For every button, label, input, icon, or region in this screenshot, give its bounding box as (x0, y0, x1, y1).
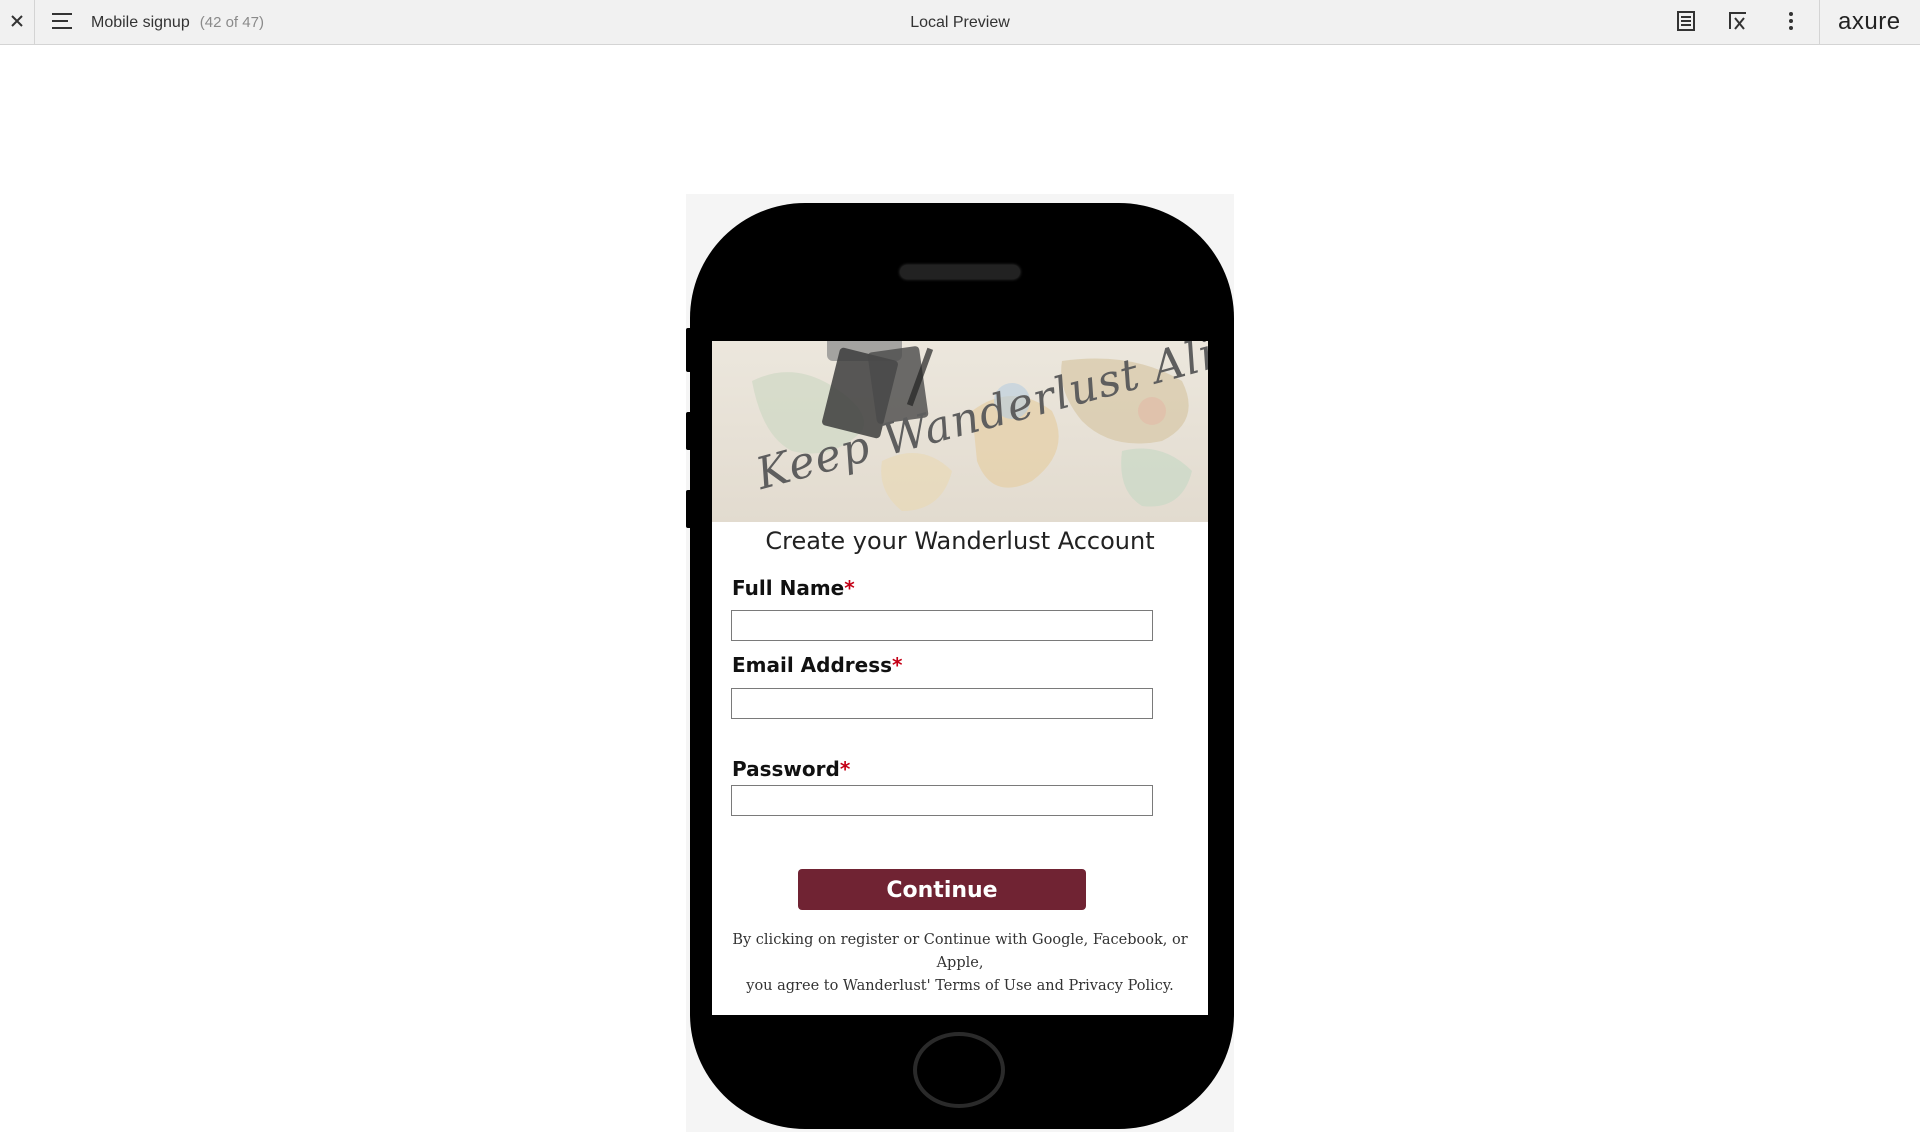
inspect-button[interactable] (1725, 10, 1751, 36)
toolbar-divider (1819, 0, 1820, 45)
page-count: (42 of 47) (199, 14, 264, 31)
notes-button[interactable] (1673, 10, 1699, 36)
more-vertical-icon (1788, 11, 1794, 35)
continue-button[interactable]: Continue (798, 869, 1086, 910)
toolbar-title: Local Preview (910, 14, 1010, 31)
hamburger-menu-icon (52, 12, 74, 34)
legal-line-2: you agree to Wanderlust' Terms of Use an… (746, 978, 1174, 994)
password-input[interactable] (731, 785, 1153, 816)
password-label: Password* (732, 755, 850, 783)
more-options-button[interactable] (1778, 10, 1804, 36)
email-address-label-text: Email Address (732, 653, 893, 677)
phone-home-button[interactable] (913, 1032, 1005, 1108)
form-title: Create your Wanderlust Account (765, 527, 1155, 555)
page-menu-button[interactable] (50, 12, 76, 34)
phone-speaker (900, 265, 1020, 279)
page-selector[interactable]: Mobile signup (42 of 47) (91, 12, 264, 34)
password-label-text: Password (732, 757, 840, 781)
axure-logo: axure (1838, 8, 1901, 35)
required-asterisk: * (892, 653, 903, 677)
legal-line-1: By clicking on register or Continue with… (732, 932, 1188, 971)
preview-toolbar: Mobile signup (42 of 47) Local Preview a… (0, 0, 1920, 45)
notes-icon (1676, 10, 1696, 36)
page-name: Mobile signup (91, 14, 190, 31)
wanderlust-banner-image: Keep Wanderlust Alive (712, 341, 1208, 522)
legal-disclaimer: By clicking on register or Continue with… (712, 929, 1208, 998)
full-name-label-text: Full Name (732, 576, 845, 600)
required-asterisk: * (839, 757, 851, 781)
full-name-label: Full Name* (732, 574, 855, 602)
full-name-input[interactable] (731, 610, 1153, 641)
required-asterisk: * (844, 576, 855, 600)
close-button[interactable] (0, 0, 35, 45)
email-address-label: Email Address* (732, 651, 903, 679)
inspect-icon (1727, 10, 1749, 36)
email-address-input[interactable] (731, 688, 1153, 719)
close-icon (10, 13, 24, 32)
phone-screen: Keep Wanderlust Alive Create your Wander… (712, 341, 1208, 1015)
